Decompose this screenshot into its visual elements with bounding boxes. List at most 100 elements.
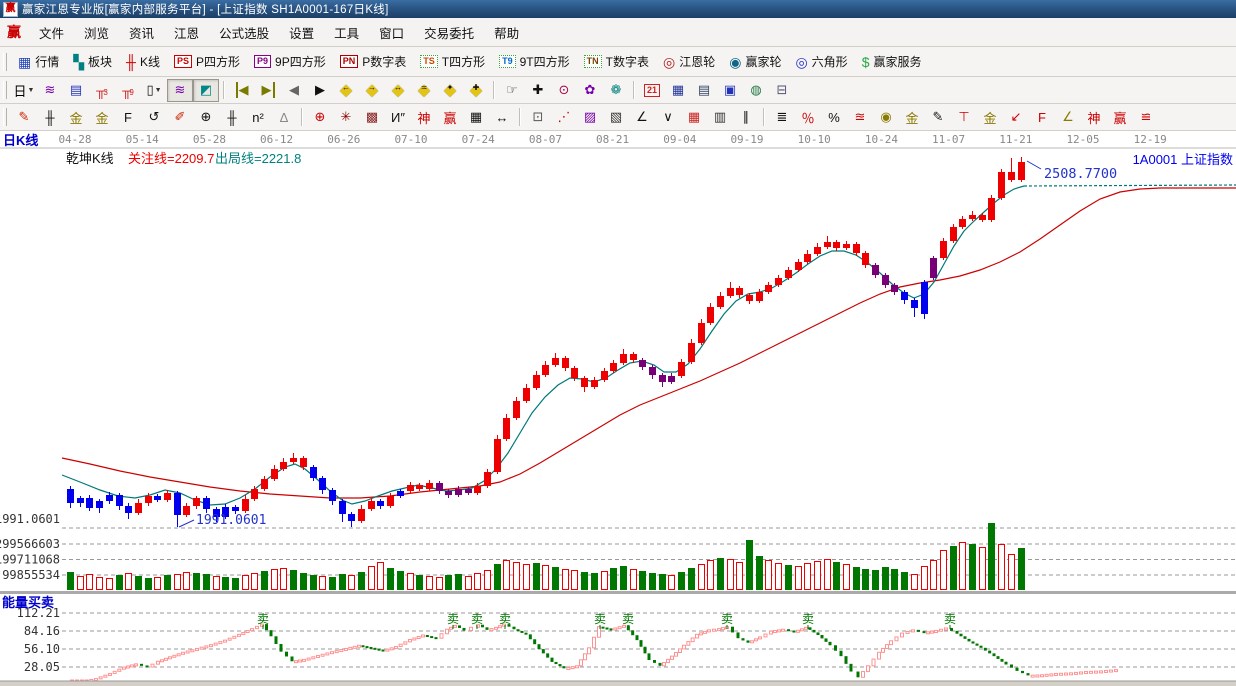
parallel-button[interactable]: ∥ [733, 106, 759, 129]
gold-lines-button[interactable]: 金 [899, 106, 925, 129]
menu-item-4[interactable]: 公式选股 [209, 19, 279, 46]
brush-tool-button[interactable]: ✎ [11, 106, 37, 129]
p-square-button[interactable]: PSP四方形 [167, 50, 247, 73]
red-grid-button[interactable]: ▦ [681, 106, 707, 129]
candle-brush-button[interactable]: ✎ [925, 106, 951, 129]
ray-button[interactable]: ↙ [1003, 106, 1029, 129]
bars3-button[interactable]: ╥3 [89, 79, 115, 102]
service-button[interactable]: $赢家服务 [855, 50, 929, 73]
toolbar-grip[interactable] [3, 81, 7, 99]
menu-item-9[interactable]: 帮助 [484, 19, 529, 46]
shen-red-button[interactable]: 神 [1081, 106, 1107, 129]
circle-ruler-button[interactable]: ⊕ [193, 106, 219, 129]
span-arrow-button[interactable]: ↔ [489, 106, 515, 129]
zoom-tool-button[interactable]: ⊙ [551, 79, 577, 102]
menu-item-0[interactable]: 文件 [29, 19, 74, 46]
save-button[interactable]: ▣ [717, 79, 743, 102]
info-panel-button[interactable]: ▤ [63, 79, 89, 102]
compress-button[interactable]: ◆≍ [411, 79, 437, 102]
smart-tool-button[interactable]: ❁ [603, 79, 629, 102]
kline-button[interactable]: ╫K线 [119, 50, 167, 73]
hexagon-button[interactable]: ◎六角形 [788, 50, 854, 73]
shen-ruler-button[interactable]: 神 [411, 106, 437, 129]
box-tool-button[interactable]: ⊡ [525, 106, 551, 129]
toolbar-grip[interactable] [3, 108, 7, 126]
gold-three-button[interactable]: 金 [977, 106, 1003, 129]
period-day-button[interactable]: 日▼ [11, 79, 37, 102]
prev-button[interactable]: ◀ [281, 79, 307, 102]
gold-angle-button[interactable]: ∠ [1055, 106, 1081, 129]
p-number-button[interactable]: PNP数字表 [333, 50, 414, 73]
v-line-button[interactable]: ∨ [655, 106, 681, 129]
angle-a-tool-button[interactable]: ∆ [271, 106, 297, 129]
gann-fan-button[interactable]: ⋰ [551, 106, 577, 129]
n2-tool-button[interactable]: n² [245, 106, 271, 129]
grid2-button[interactable]: ▥ [707, 106, 733, 129]
circle-cross-button[interactable]: ⊕ [307, 106, 333, 129]
web-button[interactable]: ◍ [743, 79, 769, 102]
toolbar-grip[interactable] [3, 53, 7, 71]
bars9-button[interactable]: ╥9 [115, 79, 141, 102]
box-grid-button[interactable]: ▩ [359, 106, 385, 129]
gold-circle-button[interactable]: ◉ [873, 106, 899, 129]
menu-item-3[interactable]: 江恩 [164, 19, 209, 46]
menu-item-1[interactable]: 浏览 [74, 19, 119, 46]
quotes-button[interactable]: ▦行情 [11, 50, 66, 73]
gold-ruler2-button[interactable]: 金 [89, 106, 115, 129]
t-number-button[interactable]: TNT数字表 [577, 50, 656, 73]
star-grid-button[interactable]: ✳ [333, 106, 359, 129]
winner-wheel-button[interactable]: ◉赢家轮 [722, 50, 788, 73]
color-chart-button[interactable]: ◩ [193, 79, 219, 102]
fan-box-button[interactable]: ▨ [577, 106, 603, 129]
menu-item-5[interactable]: 设置 [279, 19, 324, 46]
level-line-button[interactable]: ⊤ [951, 106, 977, 129]
main-chart[interactable]: 04-2805-1405-2806-1206-2607-1007-2408-07… [0, 131, 1236, 686]
gold-ruler-button[interactable]: 金 [63, 106, 89, 129]
shift-left-button[interactable]: ◆← [333, 79, 359, 102]
menu-item-7[interactable]: 窗口 [369, 19, 414, 46]
next-button[interactable]: ▶ [307, 79, 333, 102]
expand-button[interactable]: ◆↔ [385, 79, 411, 102]
zigzag-boxed-button[interactable]: ≋ [167, 79, 193, 102]
shift-right-button[interactable]: ◆→ [359, 79, 385, 102]
crosshair-tool-button[interactable]: ✚ [525, 79, 551, 102]
t-square-button[interactable]: TST四方形 [413, 50, 492, 73]
ying-ruler-button[interactable]: 赢 [437, 106, 463, 129]
cross-button[interactable]: ◆✚ [463, 79, 489, 102]
titlebar[interactable]: 赢 赢家江恩专业版[赢家内部服务平台] - [上证指数 SH1A0001-167… [0, 0, 1236, 18]
percent-lines-button[interactable]: ≊ [847, 106, 873, 129]
gann-wheel-button[interactable]: ◎江恩轮 [656, 50, 722, 73]
wave4-button[interactable]: ≌ [1133, 106, 1159, 129]
grid123-button[interactable]: ▦ [463, 106, 489, 129]
gann-tool-button[interactable]: ✿ [577, 79, 603, 102]
print-button[interactable]: ⊟ [769, 79, 795, 102]
percent-red-button[interactable]: ％ [795, 106, 821, 129]
first-page-button[interactable]: ◀ [229, 79, 255, 102]
f-red-button[interactable]: F [1029, 106, 1055, 129]
p9-square-button[interactable]: P99P四方形 [247, 50, 333, 73]
percent-button[interactable]: % [821, 106, 847, 129]
last-page-button[interactable]: ▶ [255, 79, 281, 102]
wave-mark-button[interactable]: И″ [385, 106, 411, 129]
notes-button[interactable]: ▤ [691, 79, 717, 102]
spiral-tool-button[interactable]: ↺ [141, 106, 167, 129]
hand-tool-button[interactable]: ☞ [499, 79, 525, 102]
f-ruler-button[interactable]: F [115, 106, 141, 129]
pen-tool-button[interactable]: ✐ [167, 106, 193, 129]
calendar-button[interactable]: 21 [639, 79, 665, 102]
zigzag-tool-button[interactable]: ≋ [37, 79, 63, 102]
star-button[interactable]: ◆✦ [437, 79, 463, 102]
fan-box2-button[interactable]: ▧ [603, 106, 629, 129]
t9-square-button[interactable]: T99T四方形 [492, 50, 577, 73]
ying-red-button[interactable]: 赢 [1107, 106, 1133, 129]
ruler-tool-button[interactable]: ╫ [37, 106, 63, 129]
candle-style-button[interactable]: ▯▼ [141, 79, 167, 102]
menu-item-8[interactable]: 交易委托 [414, 19, 484, 46]
menu-item-6[interactable]: 工具 [324, 19, 369, 46]
sectors-button[interactable]: ▚板块 [66, 50, 119, 73]
measure-button[interactable]: ≣ [769, 106, 795, 129]
calculator-button[interactable]: ▦ [665, 79, 691, 102]
hash-tool-button[interactable]: ╫ [219, 106, 245, 129]
menu-item-2[interactable]: 资讯 [119, 19, 164, 46]
angle-line-button[interactable]: ∠ [629, 106, 655, 129]
